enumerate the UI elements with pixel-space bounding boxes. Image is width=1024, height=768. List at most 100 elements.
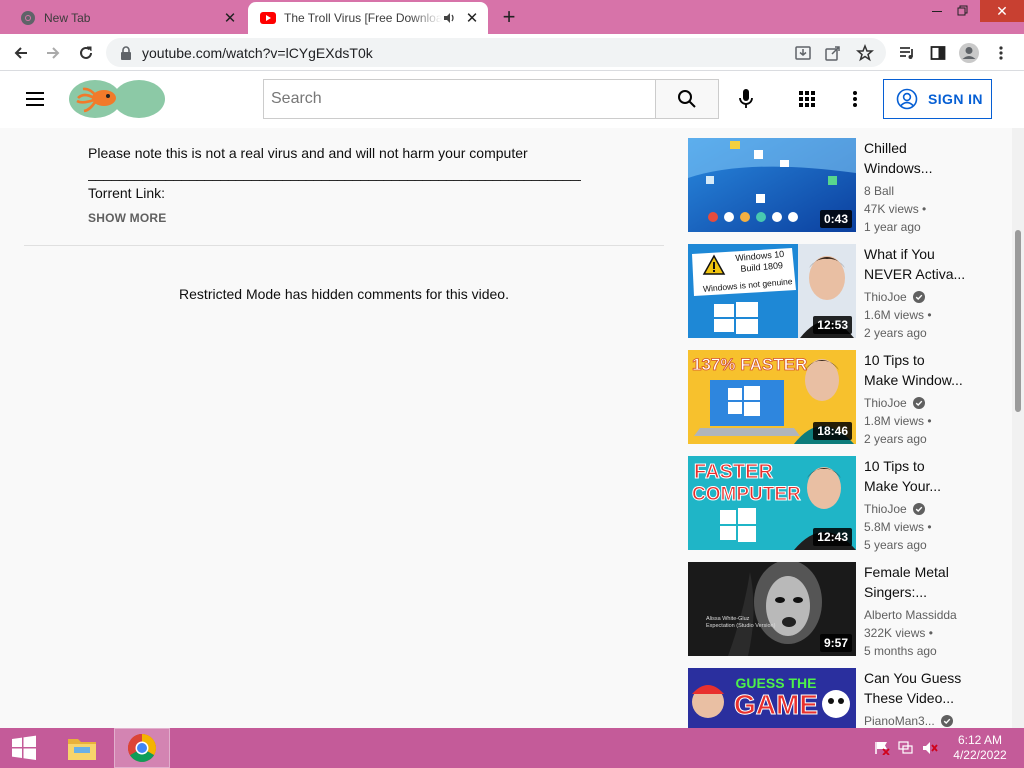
tab-youtube-video[interactable]: The Troll Virus [Free Download] ✕ bbox=[248, 2, 488, 34]
verified-badge-icon bbox=[912, 503, 925, 515]
channel-name[interactable]: 8 Ball bbox=[864, 182, 974, 200]
windows-taskbar: 6:12 AM 4/22/2022 bbox=[0, 728, 1024, 768]
apps-button[interactable] bbox=[795, 87, 819, 111]
upload-age: 2 years ago bbox=[864, 326, 927, 340]
view-count: 1.6M views • bbox=[864, 308, 932, 322]
settings-menu-button[interactable] bbox=[843, 87, 867, 111]
close-tab-icon[interactable]: ✕ bbox=[462, 8, 482, 28]
lock-icon[interactable] bbox=[120, 45, 132, 60]
chrome-icon bbox=[128, 734, 156, 762]
start-button[interactable] bbox=[0, 728, 48, 768]
new-tab-button[interactable]: + bbox=[498, 6, 520, 29]
action-center-flag-icon[interactable] bbox=[874, 741, 890, 755]
search-button[interactable] bbox=[655, 79, 719, 119]
channel-name[interactable]: ThioJoe bbox=[864, 288, 974, 306]
youtube-header: SIGN IN bbox=[0, 71, 1024, 128]
video-title[interactable]: 10 Tips to Make Your... bbox=[864, 456, 974, 496]
thumbnail-text: COMPUTER bbox=[692, 484, 801, 505]
reload-button[interactable] bbox=[73, 40, 99, 66]
channel-name[interactable]: Alberto Massidda bbox=[864, 606, 974, 624]
clock-time: 6:12 AM bbox=[957, 733, 1003, 747]
upload-age: 5 years ago bbox=[864, 538, 927, 552]
view-count: 322K views • bbox=[864, 626, 933, 640]
sign-in-label: SIGN IN bbox=[928, 91, 983, 107]
sign-in-button[interactable]: SIGN IN bbox=[883, 79, 992, 119]
clock-date: 4/22/2022 bbox=[953, 748, 1007, 762]
scrollbar-thumb[interactable] bbox=[1015, 230, 1021, 412]
video-thumbnail[interactable]: Alissa White-Gluz Expectation (Studio Ve… bbox=[688, 562, 856, 656]
video-title[interactable]: Chilled Windows... bbox=[864, 138, 974, 178]
video-meta: Female Metal Singers:... Alberto Massidda… bbox=[864, 562, 974, 660]
video-description: Please note this is not a real virus and… bbox=[88, 143, 608, 203]
video-title[interactable]: Female Metal Singers:... bbox=[864, 562, 974, 602]
side-panel-icon bbox=[930, 46, 946, 60]
profile-avatar-icon bbox=[959, 43, 979, 63]
video-thumbnail[interactable]: 137% FASTER 18:46 bbox=[688, 350, 856, 444]
upload-age: 2 years ago bbox=[864, 432, 927, 446]
thumbnail-text: Alissa White-Gluz bbox=[706, 616, 750, 622]
related-video-item[interactable]: Alissa White-Gluz Expectation (Studio Ve… bbox=[688, 562, 988, 668]
channel-name[interactable]: ThioJoe bbox=[864, 500, 974, 518]
close-window-button[interactable]: ✕ bbox=[980, 0, 1024, 22]
thumbnail-text: GAME bbox=[734, 689, 818, 720]
related-video-item[interactable]: GUESS THE GAME Can You Guess These Video.… bbox=[688, 668, 988, 728]
thumbnail-text: Expectation (Studio Version) bbox=[706, 623, 776, 629]
media-control-button[interactable] bbox=[894, 40, 920, 66]
forward-button[interactable] bbox=[40, 40, 66, 66]
related-video-item[interactable]: FASTER COMPUTER 12:43 10 Tips to Make You… bbox=[688, 456, 988, 562]
upload-age: 1 year ago bbox=[864, 220, 921, 234]
reload-icon bbox=[80, 46, 92, 59]
related-video-item[interactable]: 0:43 Chilled Windows... 8 Ball 47K views … bbox=[688, 138, 988, 244]
video-duration: 9:57 bbox=[819, 634, 852, 652]
url-text[interactable]: youtube.com/watch?v=lCYgEXdsT0k bbox=[142, 45, 373, 61]
youtube-logo[interactable] bbox=[68, 78, 166, 120]
related-video-item[interactable]: Windows 10 Build 1809 Windows is not gen… bbox=[688, 244, 988, 350]
video-duration: 0:43 bbox=[819, 210, 852, 228]
tab-title: New Tab bbox=[44, 11, 91, 25]
voice-search-button[interactable] bbox=[734, 87, 758, 111]
search-input[interactable] bbox=[264, 80, 655, 118]
channel-name[interactable]: PianoMan3... bbox=[864, 712, 974, 728]
hamburger-menu-icon[interactable] bbox=[24, 88, 48, 110]
verified-badge-icon bbox=[940, 715, 953, 727]
video-title[interactable]: What if You NEVER Activa... bbox=[864, 244, 974, 284]
video-thumbnail[interactable]: Windows 10 Build 1809 Windows is not gen… bbox=[688, 244, 856, 338]
volume-muted-icon[interactable] bbox=[922, 741, 938, 755]
channel-name[interactable]: ThioJoe bbox=[864, 394, 974, 412]
chrome-taskbar-button[interactable] bbox=[114, 728, 170, 768]
related-videos-list: 0:43 Chilled Windows... 8 Ball 47K views … bbox=[688, 138, 988, 728]
browser-menu-button[interactable] bbox=[988, 40, 1014, 66]
video-duration: 12:43 bbox=[813, 528, 852, 546]
youtube-icon bbox=[260, 10, 276, 26]
microphone-icon bbox=[739, 89, 753, 108]
video-meta: Can You Guess These Video... PianoMan3... bbox=[864, 668, 974, 728]
audio-playing-icon[interactable] bbox=[442, 11, 456, 25]
profile-button[interactable] bbox=[956, 40, 982, 66]
video-meta: What if You NEVER Activa... ThioJoe 1.6M … bbox=[864, 244, 974, 342]
page-scrollbar[interactable] bbox=[1012, 128, 1024, 728]
show-more-button[interactable]: SHOW MORE bbox=[88, 211, 166, 225]
upload-age: 5 months ago bbox=[864, 644, 937, 658]
file-explorer-taskbar-button[interactable] bbox=[54, 728, 110, 768]
address-bar[interactable]: youtube.com/watch?v=lCYgEXdsT0k bbox=[106, 38, 886, 67]
side-panel-button[interactable] bbox=[925, 40, 951, 66]
share-icon[interactable] bbox=[824, 44, 842, 62]
network-icon[interactable] bbox=[898, 741, 914, 755]
related-video-item[interactable]: 137% FASTER 18:46 10 Tips to Make Window.… bbox=[688, 350, 988, 456]
windows-logo-icon bbox=[12, 735, 36, 760]
restore-window-button[interactable] bbox=[948, 0, 978, 22]
video-thumbnail[interactable]: GUESS THE GAME bbox=[688, 668, 856, 728]
bookmark-star-icon[interactable] bbox=[856, 44, 874, 62]
video-thumbnail[interactable]: 0:43 bbox=[688, 138, 856, 232]
video-duration: 12:53 bbox=[813, 316, 852, 334]
back-button[interactable] bbox=[8, 40, 34, 66]
video-title[interactable]: 10 Tips to Make Window... bbox=[864, 350, 974, 390]
kebab-menu-icon bbox=[999, 46, 1003, 60]
video-thumbnail[interactable]: FASTER COMPUTER 12:43 bbox=[688, 456, 856, 550]
install-app-icon[interactable] bbox=[794, 44, 812, 62]
taskbar-clock[interactable]: 6:12 AM 4/22/2022 bbox=[948, 733, 1012, 763]
close-tab-icon[interactable]: ✕ bbox=[220, 8, 240, 28]
video-title[interactable]: Can You Guess These Video... bbox=[864, 668, 974, 708]
view-count: 1.8M views • bbox=[864, 414, 932, 428]
tab-new-tab[interactable]: New Tab ✕ bbox=[8, 2, 246, 34]
